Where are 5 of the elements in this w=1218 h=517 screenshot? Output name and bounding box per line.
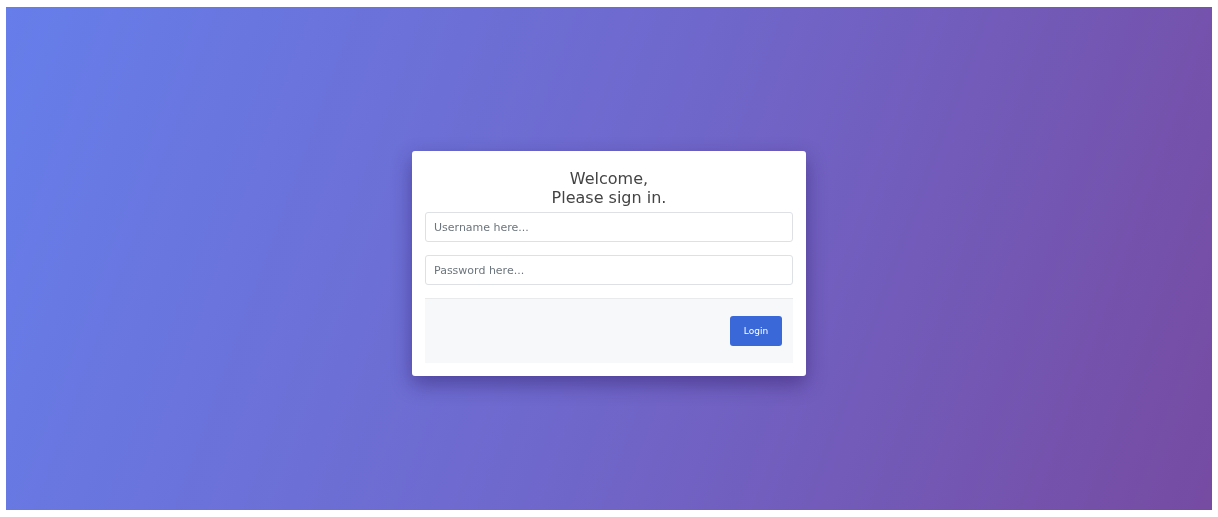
welcome-heading: Welcome,: [569, 169, 649, 188]
login-button[interactable]: Login: [730, 316, 782, 346]
welcome-heading: Please sign in.: [551, 188, 667, 207]
input-field[interactable]: Username here...: [425, 212, 793, 242]
input-field[interactable]: Password here...: [425, 255, 793, 285]
